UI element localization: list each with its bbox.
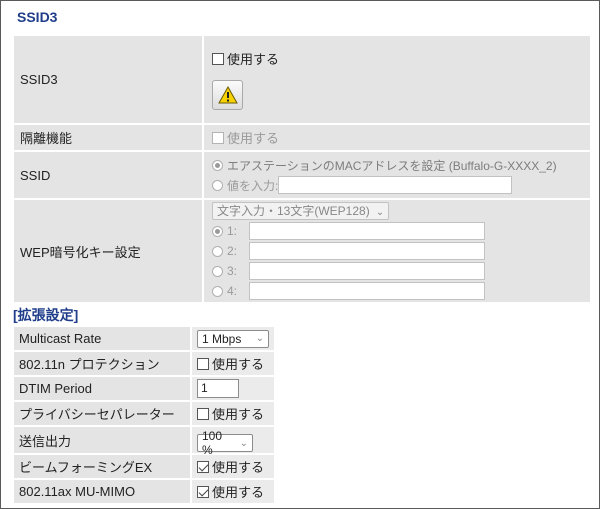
- row-multicast: Multicast Rate 1 Mbps ⌄: [13, 326, 275, 351]
- row-ssid3: SSID3 使用する: [13, 35, 591, 124]
- settings-panel: SSID3 SSID3 使用する 隔離機能 使用する SSID エアステーション…: [0, 0, 600, 509]
- label-privacy: プライバシーセパレーター: [13, 401, 191, 426]
- label-mumimo: 802.11ax MU-MIMO: [13, 479, 191, 504]
- extended-settings-title: [拡張設定]: [13, 307, 79, 323]
- ssid3-use-label: 使用する: [227, 52, 280, 67]
- label-protection: 802.11n プロテクション: [13, 351, 191, 376]
- label-isolation: 隔離機能: [13, 124, 203, 151]
- dtim-period-input[interactable]: 1: [197, 379, 239, 398]
- privacy-use-label: 使用する: [212, 407, 265, 422]
- label-ssid3: SSID3: [13, 35, 203, 124]
- chevron-down-icon: ⌄: [375, 207, 385, 218]
- tx-power-value: 100 %: [202, 429, 223, 457]
- warning-button[interactable]: [212, 80, 243, 110]
- beamforming-use-label: 使用する: [212, 460, 265, 475]
- ssid-custom-option-label: 値を入力:: [227, 178, 279, 193]
- wep-key1-radio[interactable]: [212, 225, 223, 237]
- ssid-custom-radio[interactable]: [212, 179, 223, 191]
- wep-key3-label: 3:: [227, 264, 238, 278]
- ssid3-use-checkbox[interactable]: [212, 52, 224, 65]
- wep-key4-label: 4:: [227, 284, 238, 298]
- wep-key-row: 4:: [212, 281, 589, 301]
- wep-key1-input[interactable]: [249, 222, 485, 240]
- protection-use-label: 使用する: [212, 357, 265, 372]
- label-dtim: DTIM Period: [13, 376, 191, 401]
- privacy-separator-checkbox[interactable]: [197, 407, 209, 420]
- isolation-use-label: 使用する: [227, 131, 280, 146]
- label-multicast: Multicast Rate: [13, 326, 191, 351]
- protection-checkbox[interactable]: [197, 357, 209, 370]
- wep-key-row: 2:: [212, 241, 589, 261]
- extended-settings-table: Multicast Rate 1 Mbps ⌄ 802.11n プロテクション …: [13, 326, 275, 504]
- wep-key4-input[interactable]: [249, 282, 485, 300]
- row-mumimo: 802.11ax MU-MIMO 使用する: [13, 479, 275, 504]
- tx-power-select[interactable]: 100 % ⌄: [197, 429, 253, 457]
- mumimo-checkbox[interactable]: [197, 485, 209, 498]
- ssid-custom-input[interactable]: [278, 176, 513, 194]
- label-beamforming: ビームフォーミングEX: [13, 454, 191, 479]
- wep-key-row: 1:: [212, 221, 589, 241]
- ssid3-value-cell: 使用する: [203, 35, 591, 124]
- section-title: SSID3: [17, 9, 58, 25]
- wep-key3-input[interactable]: [249, 262, 485, 280]
- wep-key-row: 3:: [212, 261, 589, 281]
- ssid-mac-radio[interactable]: [212, 159, 223, 171]
- wep-key2-radio[interactable]: [212, 245, 223, 257]
- wep-key4-radio[interactable]: [212, 285, 223, 297]
- multicast-rate-value: 1 Mbps: [202, 331, 242, 346]
- row-wep: WEP暗号化キー設定 文字入力・13文字(WEP128) ⌄ 1: 2: 3: …: [13, 199, 591, 303]
- ssid3-settings-table: SSID3 使用する 隔離機能 使用する SSID エアステーションのMACアド…: [13, 35, 591, 303]
- wep-key3-radio[interactable]: [212, 265, 223, 277]
- wep-mode-value: 文字入力・13文字(WEP128): [217, 204, 370, 218]
- label-tx-power: 送信出力: [13, 426, 191, 454]
- wep-mode-select[interactable]: 文字入力・13文字(WEP128) ⌄: [212, 202, 390, 220]
- wep-key2-input[interactable]: [249, 242, 485, 260]
- beamforming-checkbox[interactable]: [197, 460, 209, 473]
- label-ssid: SSID: [13, 151, 203, 199]
- wep-key1-label: 1:: [227, 224, 238, 238]
- multicast-rate-select[interactable]: 1 Mbps ⌄: [197, 329, 269, 348]
- wep-key2-label: 2:: [227, 244, 238, 258]
- warning-icon: [217, 86, 238, 104]
- ssid-mac-option-label: エアステーションのMACアドレスを設定 (Buffalo-G-XXXX_2): [227, 158, 557, 173]
- row-privacy: プライバシーセパレーター 使用する: [13, 401, 275, 426]
- label-wep: WEP暗号化キー設定: [13, 199, 203, 303]
- row-ssid: SSID エアステーションのMACアドレスを設定 (Buffalo-G-XXXX…: [13, 151, 591, 199]
- row-dtim: DTIM Period 1: [13, 376, 275, 401]
- row-protection: 802.11n プロテクション 使用する: [13, 351, 275, 376]
- row-beamforming: ビームフォーミングEX 使用する: [13, 454, 275, 479]
- chevron-down-icon: ⌄: [239, 437, 248, 449]
- row-isolation: 隔離機能 使用する: [13, 124, 591, 151]
- chevron-down-icon: ⌄: [255, 333, 264, 344]
- mumimo-use-label: 使用する: [212, 485, 265, 500]
- row-tx-power: 送信出力 100 % ⌄: [13, 426, 275, 457]
- isolation-checkbox[interactable]: [212, 131, 224, 144]
